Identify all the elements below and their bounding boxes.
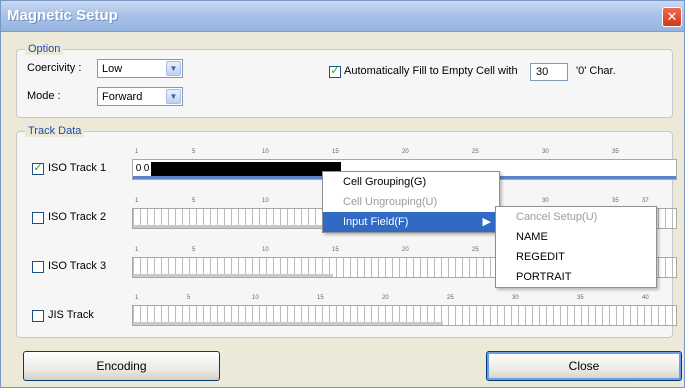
submenu-item-portrait[interactable]: PORTRAIT [496, 267, 656, 287]
iso-track-3-checkbox[interactable] [32, 261, 44, 273]
coercivity-label: Coercivity : [27, 62, 82, 74]
titlebar: Magnetic Setup ✕ [1, 1, 684, 32]
autofill-label: Automatically Fill to Empty Cell with [344, 65, 518, 77]
menu-item-cell-ungrouping: Cell Ungrouping(U) [343, 196, 438, 208]
mode-label: Mode : [27, 90, 61, 102]
chevron-down-icon[interactable]: ▼ [166, 89, 181, 104]
window-title: Magnetic Setup [7, 7, 118, 24]
track-capacity-bar [133, 322, 443, 325]
context-menu: Cell Grouping(G) Cell Ungrouping(U) Inpu… [322, 171, 500, 233]
iso-track-3-label: ISO Track 3 [48, 260, 107, 272]
jis-track-cells[interactable] [132, 305, 677, 326]
menu-item-cell-grouping[interactable]: Cell Grouping(G) [323, 172, 499, 192]
iso-track-1-ruler: 1 5 10 15 20 25 30 35 [135, 149, 619, 155]
jis-track-ruler: 1 5 10 15 20 25 30 35 40 [135, 295, 649, 301]
submenu-arrow-icon: ▶ [482, 216, 491, 228]
iso-track-2-checkbox[interactable] [32, 212, 44, 224]
jis-track-label: JIS Track [48, 309, 94, 321]
autofill-count-input[interactable]: 30 [530, 63, 568, 81]
input-field-submenu: Cancel Setup(U) NAME REGEDIT PORTRAIT [495, 206, 657, 288]
mode-select[interactable]: Forward ▼ [97, 87, 183, 106]
menu-item-input-field-label: Input Field(F) [343, 216, 409, 228]
iso-track-1-checkbox[interactable]: ✓ [32, 163, 44, 175]
menu-item-input-field[interactable]: Input Field(F) ▶ [323, 212, 499, 232]
track-data-legend: Track Data [25, 125, 85, 137]
jis-track-checkbox[interactable] [32, 310, 44, 322]
coercivity-select[interactable]: Low ▼ [97, 59, 183, 78]
selected-cells[interactable] [151, 162, 341, 176]
track-cell[interactable]: 0 [135, 162, 142, 176]
autofill-checkbox[interactable]: ✓ [329, 66, 341, 78]
autofill-suffix: '0' Char. [576, 65, 616, 77]
close-button[interactable]: Close [486, 351, 682, 381]
autofill-count-value: 30 [536, 66, 549, 78]
magnetic-setup-window: Magnetic Setup ✕ Option Coercivity : Low… [0, 0, 685, 388]
encoding-button[interactable]: Encoding [23, 351, 220, 381]
coercivity-value: Low [102, 63, 123, 75]
track-cell[interactable]: 0 [143, 162, 150, 176]
option-group: Option Coercivity : Low ▼ Mode : Forward… [16, 43, 673, 118]
submenu-item-cancel-setup: Cancel Setup(U) [516, 211, 598, 223]
option-legend: Option [25, 43, 64, 55]
close-icon[interactable]: ✕ [662, 7, 682, 27]
mode-value: Forward [102, 91, 143, 103]
iso-track-1-label: ISO Track 1 [48, 162, 107, 174]
track-capacity-bar [133, 274, 333, 277]
iso-track-2-label: ISO Track 2 [48, 211, 107, 223]
submenu-item-name[interactable]: NAME [496, 227, 656, 247]
chevron-down-icon[interactable]: ▼ [166, 61, 181, 76]
submenu-item-regedit[interactable]: REGEDIT [496, 247, 656, 267]
